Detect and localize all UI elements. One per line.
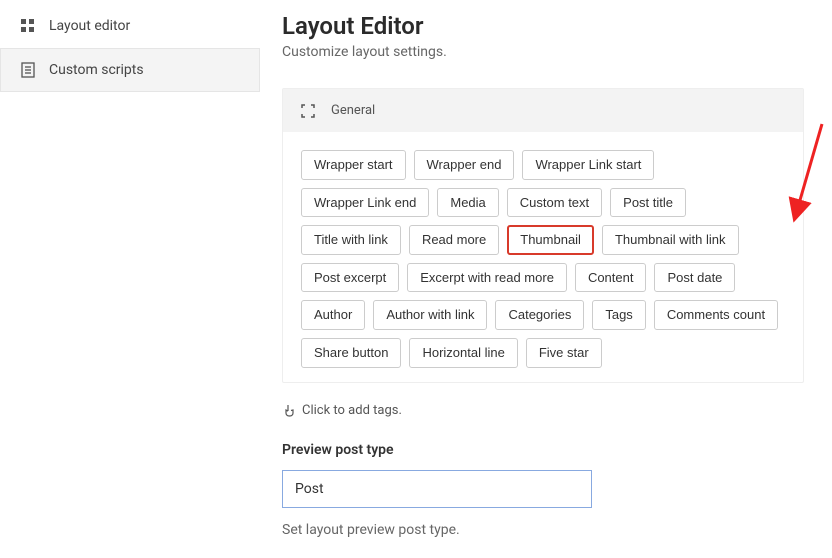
hint-row: Click to add tags. — [282, 403, 804, 418]
sidebar-item-label: Layout editor — [49, 18, 130, 34]
clipboard-icon — [19, 61, 37, 79]
tag-button[interactable]: Read more — [409, 225, 499, 255]
preview-label: Preview post type — [282, 442, 804, 458]
page-subtitle: Customize layout settings. — [282, 44, 804, 60]
preview-description: Set layout preview post type. — [282, 522, 804, 538]
tag-button[interactable]: Thumbnail — [507, 225, 594, 255]
hint-text: Click to add tags. — [302, 403, 402, 418]
tag-button[interactable]: Categories — [495, 300, 584, 330]
page-title: Layout Editor — [282, 12, 804, 40]
tag-button[interactable]: Share button — [301, 338, 401, 368]
panel-header[interactable]: General — [283, 89, 803, 132]
tag-button[interactable]: Wrapper end — [414, 150, 515, 180]
tag-button[interactable]: Wrapper start — [301, 150, 406, 180]
sidebar-item-custom-scripts[interactable]: Custom scripts — [0, 48, 260, 92]
tag-button[interactable]: Content — [575, 263, 647, 293]
tag-button[interactable]: Author with link — [373, 300, 487, 330]
tags-container: Wrapper start Wrapper endWrapper Link sta… — [283, 132, 803, 382]
sidebar: Layout editor Custom scripts — [0, 0, 260, 558]
pointer-icon — [282, 403, 296, 417]
expand-icon — [301, 104, 315, 118]
panel-header-label: General — [331, 103, 375, 118]
sidebar-item-label: Custom scripts — [49, 62, 144, 78]
tag-button[interactable]: Author — [301, 300, 365, 330]
tag-button[interactable]: Wrapper Link start — [522, 150, 654, 180]
main-content: Layout Editor Customize layout settings.… — [260, 0, 832, 558]
tag-button[interactable]: Five star — [526, 338, 602, 368]
grid-icon — [19, 17, 37, 35]
tag-button[interactable]: Post excerpt — [301, 263, 399, 293]
tags-panel: General Wrapper startWrapper endWrapper … — [282, 88, 804, 383]
tag-button[interactable]: Post title — [610, 188, 686, 218]
tag-button[interactable]: Horizontal line — [409, 338, 517, 368]
sidebar-item-layout-editor[interactable]: Layout editor — [0, 4, 260, 48]
tag-button[interactable]: Custom text — [507, 188, 602, 218]
tag-button[interactable]: Title with link — [301, 225, 401, 255]
tag-button[interactable]: Tags — [592, 300, 645, 330]
tag-button[interactable]: Media — [437, 188, 498, 218]
tag-button[interactable]: Excerpt with read more — [407, 263, 567, 293]
tag-button[interactable]: Post date — [654, 263, 735, 293]
select-value: Post — [295, 481, 324, 497]
tag-button[interactable]: Wrapper Link end — [301, 188, 429, 218]
tag-button[interactable]: Thumbnail with link — [602, 225, 739, 255]
preview-post-type-select[interactable]: Post — [282, 470, 592, 508]
tag-button[interactable]: Comments count — [654, 300, 778, 330]
